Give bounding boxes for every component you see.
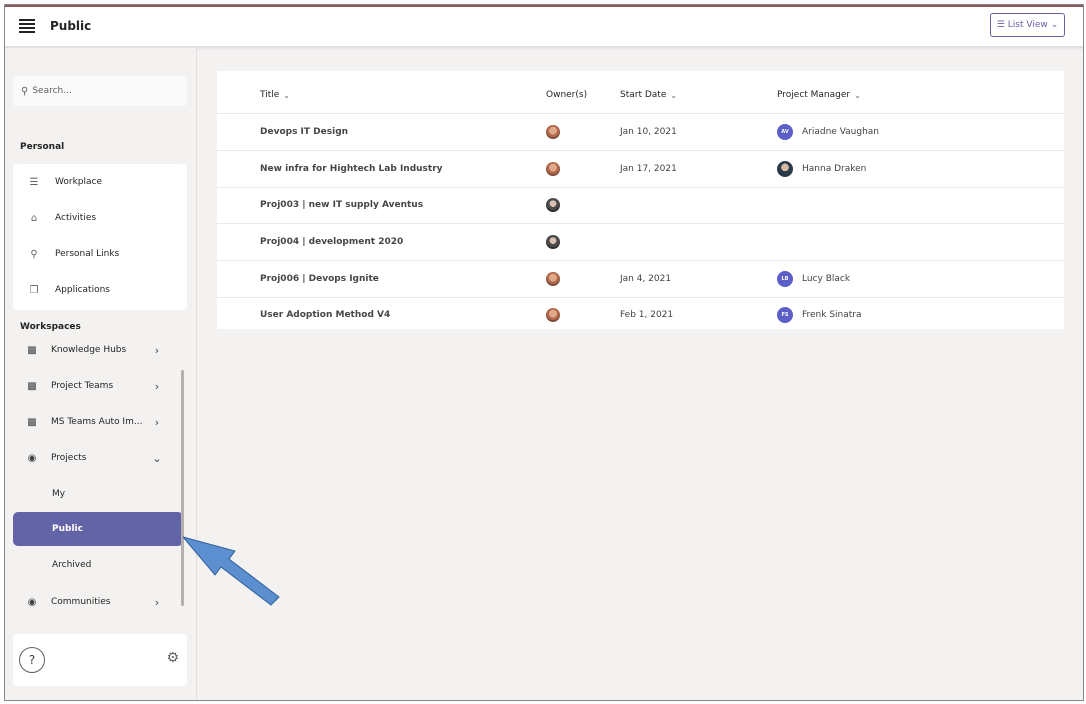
projects-table: Title ⌄ Owner(s) Start Date ⌄ Project Ma… [217,71,1064,329]
sidebar-item-label: Activities [55,213,97,223]
start-date: Jan 4, 2021 [620,274,672,284]
owner-avatar[interactable] [546,198,560,212]
owner-avatar[interactable] [546,162,560,176]
view-switcher-button[interactable]: ☰ List View ⌄ [990,13,1065,37]
sharepoint-icon: ◉ [27,596,37,608]
sharepoint-icon: ◉ [27,452,37,464]
table-header-row: Title ⌄ Owner(s) Start Date ⌄ Project Ma… [217,77,1064,114]
sidebar-item-applications[interactable]: ❐ Applications [13,272,187,308]
chevron-down-icon: ⌄ [283,90,290,100]
chevron-down-icon: ⌄ [1050,20,1059,30]
owner-avatar[interactable] [546,308,560,322]
project-manager-name: Frenk Sinatra [802,310,862,320]
project-title-link[interactable]: Proj006 | Devops Ignite [260,274,379,284]
copy-icon: ❐ [29,284,39,296]
table-row[interactable]: Proj003 | new IT supply Aventus [217,187,1064,224]
project-manager-name: Hanna Draken [802,164,867,174]
help-button[interactable]: ? [19,647,45,673]
sidebar-item-knowledge-hubs[interactable]: ▩ Knowledge Hubs › [13,338,179,367]
personal-nav-card: ☰ Workplace ⌂ Activities ⚲ Personal Link… [13,164,187,310]
avatar[interactable]: LB [777,271,793,287]
sidebar-item-projects[interactable]: ◉ Projects ⌄ [13,441,179,475]
sidebar-footer-card: ? ⚙ [13,634,187,686]
personal-section-label: Personal [20,142,65,152]
table-row[interactable]: Proj006 | Devops Ignite Jan 4, 2021 LB Lu… [217,261,1064,298]
owner-avatar[interactable] [546,235,560,249]
app-window: Public ☰ List View ⌄ ⚲ Search... Persona… [4,4,1084,701]
sidebar-item-label: Personal Links [55,249,120,259]
column-header-label: Start Date [620,90,667,100]
project-manager-name: Lucy Black [802,274,851,284]
sidebar-item-label: Applications [55,285,110,295]
teams-icon: ▩ [27,344,37,356]
hamburger-menu-icon[interactable] [19,19,35,33]
search-icon: ⚲ [21,85,29,97]
teams-icon: ▩ [27,380,37,392]
project-title-link[interactable]: Proj003 | new IT supply Aventus [260,200,423,210]
project-title-link[interactable]: User Adoption Method V4 [260,310,390,320]
project-title-link[interactable]: Proj004 | development 2020 [260,237,403,247]
start-date: Feb 1, 2021 [620,310,674,320]
top-header: Public ☰ List View ⌄ [5,7,1083,47]
sidebar-item-label: Knowledge Hubs [51,345,127,355]
sidebar: ⚲ Search... Personal ☰ Workplace ⌂ Activ… [5,48,197,700]
chevron-right-icon[interactable]: › [147,380,167,393]
column-header-project-manager[interactable]: Project Manager ⌄ [777,77,1037,113]
sidebar-item-communities[interactable]: ◉ Communities › [13,585,179,616]
column-header-label: Project Manager [777,90,851,100]
search-input[interactable]: ⚲ Search... [13,76,187,106]
sidebar-item-label: Workplace [55,177,103,187]
column-header-start-date[interactable]: Start Date ⌄ [620,77,760,113]
column-header-label: Title [260,90,280,100]
chevron-right-icon[interactable]: › [147,596,167,609]
workspaces-section-label: Workspaces [20,322,81,332]
sidebar-item-label: MS Teams Auto Im... [51,417,143,427]
avatar[interactable] [777,161,793,177]
chevron-right-icon[interactable]: › [147,416,167,429]
view-switcher-label: List View [1007,20,1048,30]
sidebar-item-personal-links[interactable]: ⚲ Personal Links [13,236,187,272]
person-icon: ⚲ [30,248,38,260]
sidebar-item-label: Project Teams [51,381,114,391]
annotation-arrow-icon [183,536,280,606]
sidebar-subitem-public[interactable]: Public [13,512,183,546]
page-title: Public [50,19,92,33]
teams-icon: ▩ [27,416,37,428]
sidebar-item-ms-teams-auto-import[interactable]: ▩ MS Teams Auto Im... › [13,405,179,439]
column-header-label: Owner(s) [546,90,588,100]
sidebar-item-label: Projects [51,453,87,463]
list-view-icon: ☰ [996,20,1005,30]
table-row[interactable]: Devops IT Design Jan 10, 2021 AV Ariadne … [217,114,1064,151]
project-title-link[interactable]: Devops IT Design [260,127,348,137]
chevron-down-icon: ⌄ [854,90,861,100]
table-row[interactable]: New infra for Hightech Lab Industry Jan … [217,151,1064,188]
sidebar-item-activities[interactable]: ⌂ Activities [13,200,187,236]
sidebar-subitem-my[interactable]: My [13,477,183,511]
chevron-right-icon[interactable]: › [147,344,167,357]
table-row[interactable]: Proj004 | development 2020 [217,224,1064,261]
start-date: Jan 17, 2021 [620,164,677,174]
sidebar-item-workplace[interactable]: ☰ Workplace [13,164,187,200]
chevron-down-icon: ⌄ [670,90,678,100]
chevron-down-icon[interactable]: ⌄ [147,452,167,465]
help-icon: ? [28,653,36,667]
sidebar-item-project-teams[interactable]: ▩ Project Teams › [13,369,179,403]
home-icon: ⌂ [30,212,38,224]
project-title-link[interactable]: New infra for Hightech Lab Industry [260,164,443,174]
avatar[interactable]: AV [777,124,793,140]
workspaces-list: ▩ Knowledge Hubs › ▩ Project Teams › ▩ M… [13,338,187,616]
owner-avatar[interactable] [546,272,560,286]
project-manager-name: Ariadne Vaughan [802,127,880,137]
column-header-owners: Owner(s) [546,77,606,113]
list-icon: ☰ [29,176,39,188]
start-date: Jan 10, 2021 [620,127,677,137]
column-header-title[interactable]: Title ⌄ [260,77,540,113]
search-placeholder: Search... [32,86,72,96]
table-row[interactable]: User Adoption Method V4 Feb 1, 2021 FS Fr… [217,297,1064,334]
owner-avatar[interactable] [546,125,560,139]
gear-icon[interactable]: ⚙ [166,650,179,666]
sidebar-subitem-archived[interactable]: Archived [13,548,183,582]
sidebar-item-label: Communities [51,597,111,607]
avatar[interactable]: FS [777,307,793,323]
